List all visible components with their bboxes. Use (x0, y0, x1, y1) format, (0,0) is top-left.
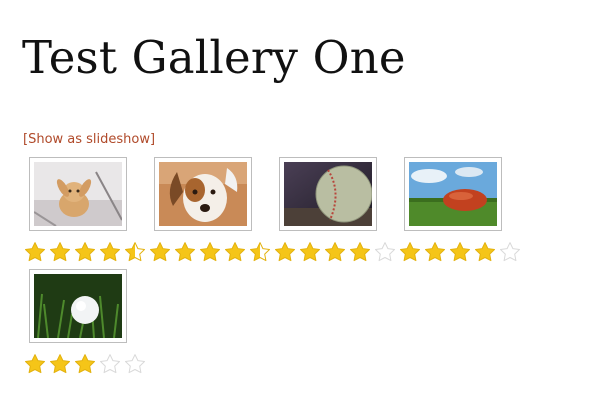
gallery-title: Test Gallery One (22, 31, 406, 84)
thumbnail-bunny[interactable] (29, 157, 127, 231)
bunny-image (34, 162, 122, 226)
thumbnail-football[interactable] (404, 157, 502, 231)
star-filled-icon[interactable] (199, 241, 224, 263)
star-half-icon[interactable] (249, 241, 274, 263)
show-slideshow-link[interactable]: [Show as slideshow] (23, 132, 155, 147)
star-filled-icon[interactable] (324, 241, 349, 263)
rating-stars[interactable] (274, 241, 399, 263)
star-filled-icon[interactable] (299, 241, 324, 263)
star-empty-icon[interactable] (99, 353, 124, 375)
puppy-image (159, 162, 247, 226)
star-filled-icon[interactable] (474, 241, 499, 263)
thumbnail-baseball[interactable] (279, 157, 377, 231)
star-filled-icon[interactable] (174, 241, 199, 263)
football-image (409, 162, 497, 226)
star-filled-icon[interactable] (74, 353, 99, 375)
star-filled-icon[interactable] (349, 241, 374, 263)
star-filled-icon[interactable] (424, 241, 449, 263)
star-filled-icon[interactable] (24, 241, 49, 263)
rating-stars[interactable] (24, 241, 149, 263)
star-filled-icon[interactable] (224, 241, 249, 263)
star-filled-icon[interactable] (74, 241, 99, 263)
star-filled-icon[interactable] (399, 241, 424, 263)
star-empty-icon[interactable] (124, 353, 149, 375)
star-half-icon[interactable] (124, 241, 149, 263)
star-filled-icon[interactable] (449, 241, 474, 263)
star-filled-icon[interactable] (24, 353, 49, 375)
rating-stars[interactable] (24, 353, 149, 375)
star-filled-icon[interactable] (49, 353, 74, 375)
thumbnail-golf-ball[interactable] (29, 269, 127, 343)
star-filled-icon[interactable] (49, 241, 74, 263)
golf-ball-image (34, 274, 122, 338)
rating-stars[interactable] (399, 241, 524, 263)
star-filled-icon[interactable] (99, 241, 124, 263)
star-filled-icon[interactable] (149, 241, 174, 263)
star-empty-icon[interactable] (374, 241, 399, 263)
baseball-image (284, 162, 372, 226)
star-empty-icon[interactable] (499, 241, 524, 263)
star-filled-icon[interactable] (274, 241, 299, 263)
thumbnail-puppy[interactable] (154, 157, 252, 231)
rating-stars[interactable] (149, 241, 274, 263)
